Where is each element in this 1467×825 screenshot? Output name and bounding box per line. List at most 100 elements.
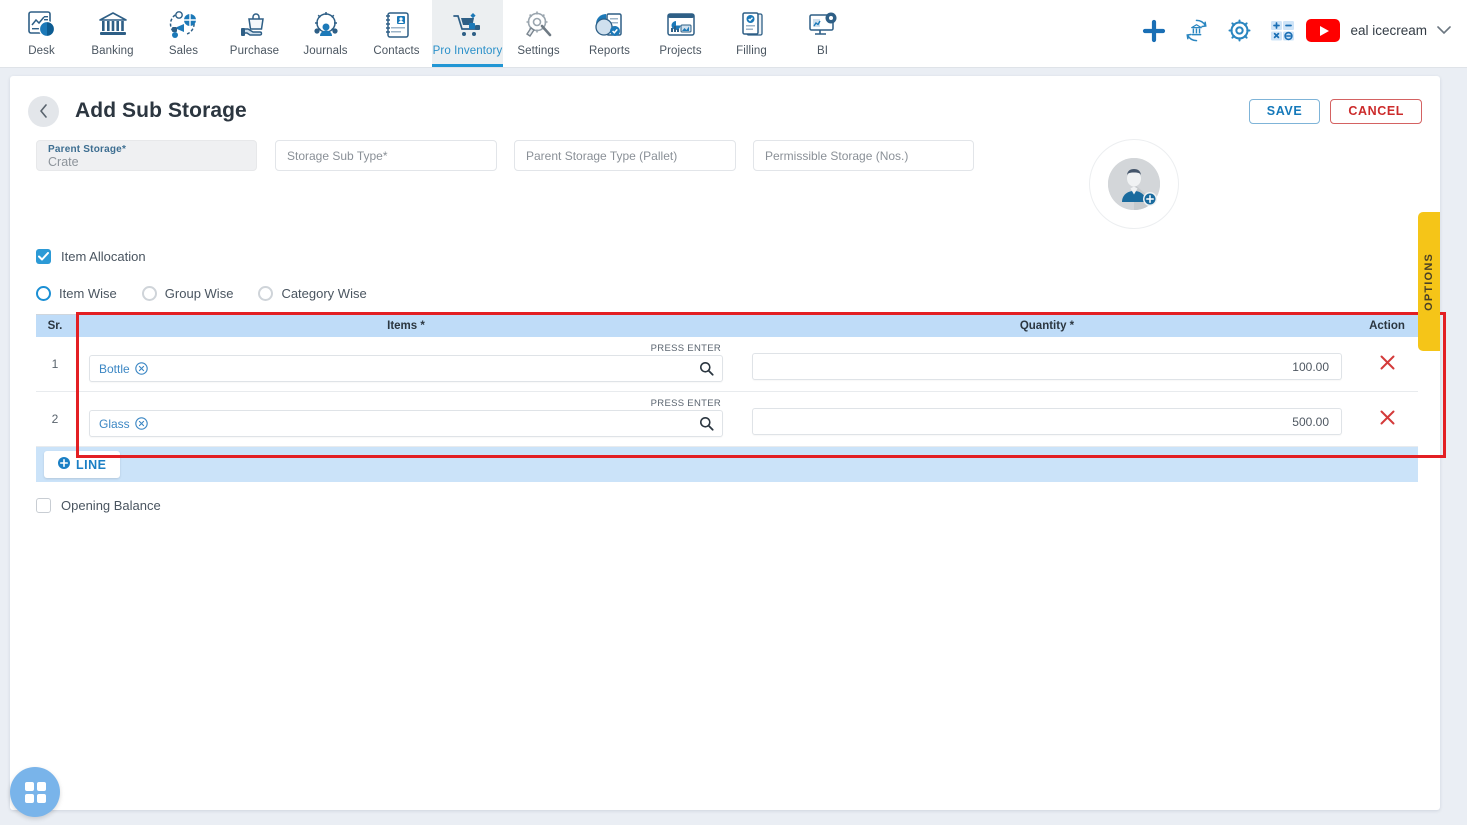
youtube-icon[interactable] [1306, 19, 1341, 42]
nav-item-contacts[interactable]: Contacts [361, 0, 432, 67]
allocation-mode-radio-group: Item Wise Group Wise Category Wise [36, 286, 392, 301]
parent-storage-type-field[interactable]: Parent Storage Type (Pallet) [514, 140, 736, 171]
permissible-storage-field[interactable]: Permissible Storage (Nos.) [753, 140, 974, 171]
nav-item-label: Purchase [229, 45, 280, 57]
apps-grid-fab[interactable] [10, 767, 60, 817]
radio-label: Category Wise [281, 286, 367, 301]
nav-item-filling[interactable]: Filling [716, 0, 787, 67]
item-chip: Glass [99, 417, 148, 431]
remove-row-icon[interactable] [1379, 409, 1396, 430]
purchase-bag-hand-icon [238, 6, 272, 44]
row-items-cell: PRESS ENTER Bottle [74, 337, 738, 391]
nav-item-journals[interactable]: Journals [290, 0, 361, 67]
remove-row-icon[interactable] [1379, 354, 1396, 375]
reports-piechart-icon [593, 6, 627, 44]
add-line-label: LINE [76, 457, 107, 472]
options-side-tab[interactable]: OPTIONS [1418, 212, 1440, 351]
nav-item-label: Journals [303, 45, 348, 57]
nav-item-purchase[interactable]: Purchase [219, 0, 290, 67]
chip-close-icon[interactable] [134, 362, 148, 375]
radio-label: Group Wise [164, 286, 234, 301]
item-chip: Bottle [99, 362, 148, 376]
row-action-cell [1356, 337, 1418, 391]
top-navigation-bar: Desk Banking Sales Purchase Journals Con… [0, 0, 1467, 68]
avatar-upload[interactable] [1089, 139, 1179, 229]
plus-icon[interactable] [1142, 19, 1166, 43]
gear-icon[interactable] [1227, 18, 1252, 43]
opening-balance-row: Opening Balance [36, 498, 161, 513]
nav-item-label: Projects [659, 45, 702, 57]
calculator-icon[interactable] [1270, 18, 1296, 44]
item-allocation-label: Item Allocation [61, 249, 146, 264]
nav-item-settings[interactable]: Settings [503, 0, 574, 67]
item-allocation-table: Sr. Items * Quantity * Action 1 PRESS EN… [36, 314, 1418, 482]
radio-category-wise[interactable]: Category Wise [258, 286, 367, 301]
nav-item-label: BI [816, 45, 829, 57]
cancel-button[interactable]: CANCEL [1330, 98, 1422, 124]
radio-item-wise[interactable]: Item Wise [36, 286, 117, 301]
user-name-label: eal icecream [1350, 23, 1427, 38]
row-quantity-cell: 100.00 [738, 337, 1356, 391]
item-search-input[interactable]: Glass [89, 410, 723, 437]
bi-monitor-icon [806, 6, 840, 44]
nav-item-banking[interactable]: Banking [77, 0, 148, 67]
row-items-cell: PRESS ENTER Glass [74, 392, 738, 446]
nav-item-label: Contacts [373, 45, 420, 57]
nav-item-label: Sales [168, 45, 199, 57]
quantity-input[interactable]: 500.00 [752, 408, 1342, 435]
chip-close-icon[interactable] [134, 417, 148, 430]
radio-group-wise[interactable]: Group Wise [141, 286, 234, 301]
column-header-action: Action [1369, 320, 1405, 332]
parent-storage-field: Parent Storage* Crate [36, 140, 257, 171]
press-enter-hint: PRESS ENTER [650, 343, 721, 354]
opening-balance-checkbox[interactable] [36, 498, 51, 513]
nav-item-bi[interactable]: BI [787, 0, 858, 67]
parent-storage-value: Crate [48, 155, 79, 169]
row-serial: 1 [51, 357, 59, 371]
back-button[interactable] [28, 95, 59, 127]
item-allocation-checkbox[interactable] [36, 249, 51, 264]
projects-dashboard-icon [664, 6, 698, 44]
nav-item-label: Pro Inventory [432, 45, 503, 57]
item-chip-label: Bottle [99, 361, 130, 376]
desk-chart-icon [25, 6, 59, 44]
radio-label: Item Wise [59, 286, 117, 301]
add-line-button[interactable]: LINE [44, 451, 121, 478]
nav-item-label: Desk [28, 45, 55, 57]
nav-item-pro-inventory[interactable]: Pro Inventory [432, 0, 503, 67]
item-search-input[interactable]: Bottle [89, 355, 723, 382]
radio-icon [141, 286, 157, 301]
storage-form-row: Parent Storage* Crate Storage Sub Type* … [36, 140, 1414, 180]
save-button[interactable]: SAVE [1248, 98, 1321, 124]
nav-item-label: Filling [736, 45, 767, 57]
chevron-down-icon[interactable] [1437, 23, 1451, 38]
nav-item-sales[interactable]: Sales [148, 0, 219, 67]
nav-item-reports[interactable]: Reports [574, 0, 645, 67]
page-title: Add Sub Storage [75, 99, 247, 122]
table-footer: LINE [36, 447, 1418, 482]
user-menu[interactable]: eal icecream [1306, 19, 1451, 42]
opening-balance-label: Opening Balance [61, 498, 161, 513]
page-content-card: Add Sub Storage SAVE CANCEL Parent Stora… [10, 76, 1446, 810]
apps-grid-icon [24, 781, 46, 803]
radio-icon [258, 286, 274, 301]
quantity-input[interactable]: 100.00 [752, 353, 1342, 380]
avatar-upload-icon [1108, 158, 1160, 210]
column-header-items: Items * [387, 320, 425, 332]
options-tab-label: OPTIONS [1423, 252, 1435, 311]
search-icon[interactable] [699, 416, 714, 431]
storage-sub-type-field[interactable]: Storage Sub Type* [275, 140, 497, 171]
nav-item-label: Banking [91, 45, 134, 57]
storage-sub-type-placeholder: Storage Sub Type* [287, 148, 388, 163]
table-header-row: Sr. Items * Quantity * Action [36, 314, 1418, 337]
search-icon[interactable] [699, 361, 714, 376]
nav-item-list: Desk Banking Sales Purchase Journals Con… [0, 0, 858, 67]
permissible-storage-placeholder: Permissible Storage (Nos.) [765, 148, 909, 163]
bank-refresh-icon[interactable] [1184, 18, 1209, 43]
row-serial: 2 [51, 412, 59, 426]
contacts-card-icon [380, 6, 414, 44]
nav-item-desk[interactable]: Desk [6, 0, 77, 67]
inventory-cart-icon [451, 6, 485, 44]
parent-storage-type-placeholder: Parent Storage Type (Pallet) [526, 148, 678, 163]
nav-item-projects[interactable]: Projects [645, 0, 716, 67]
